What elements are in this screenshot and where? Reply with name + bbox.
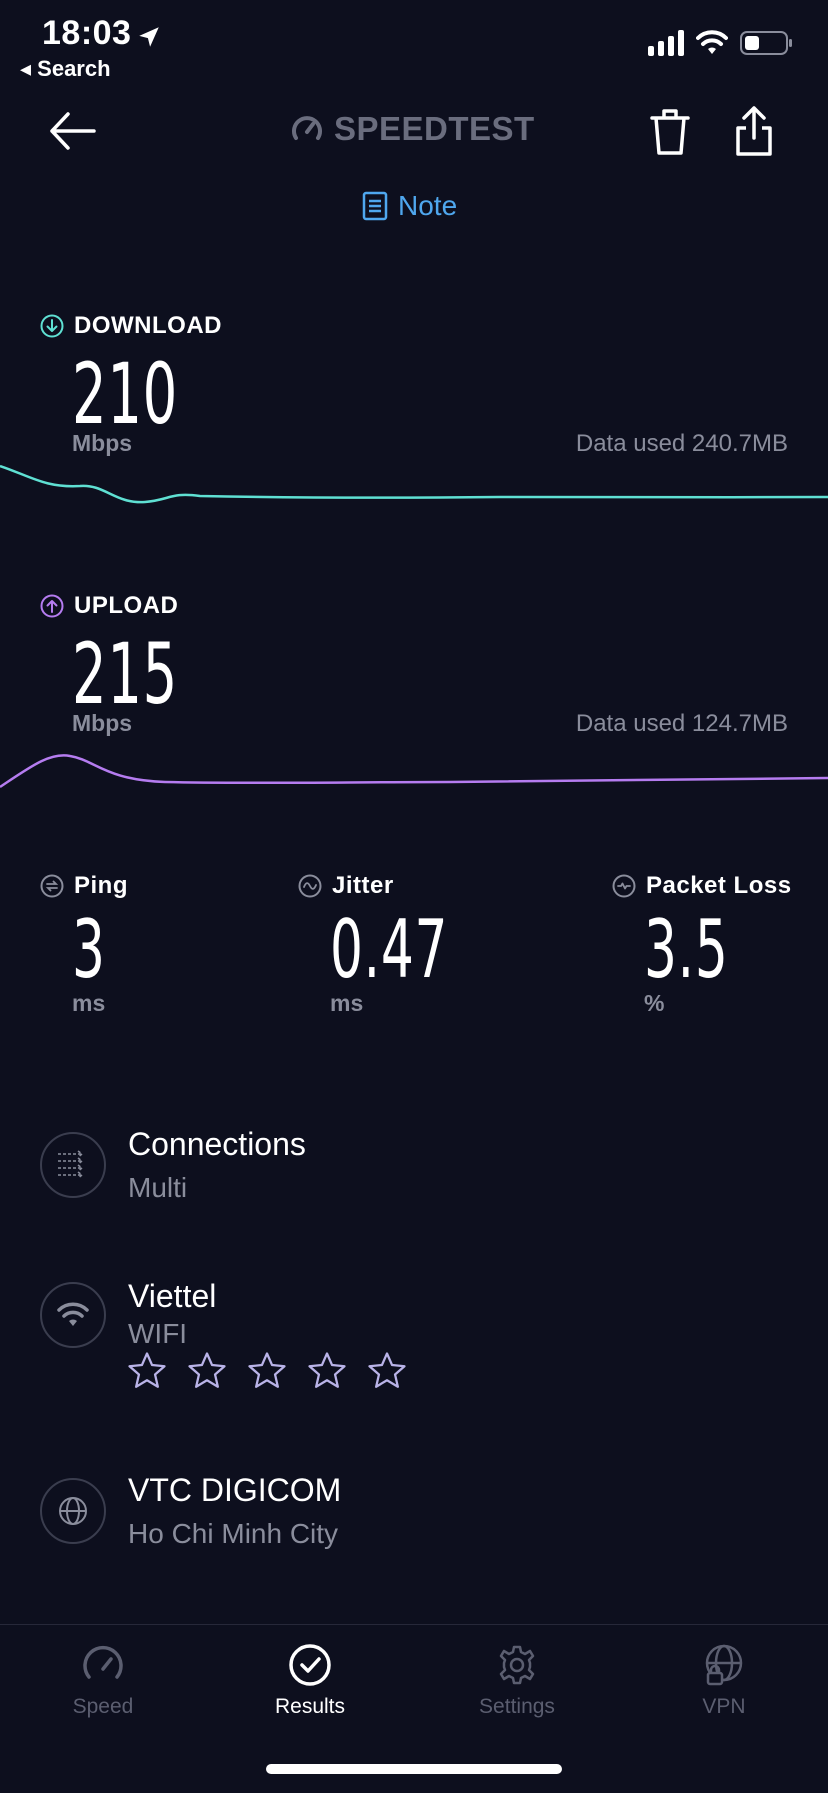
upload-unit: Mbps — [72, 710, 133, 736]
status-time: 18:03 — [42, 14, 132, 52]
share-icon[interactable] — [734, 104, 774, 158]
note-icon — [362, 191, 388, 221]
jitter-label-group: Jitter — [298, 872, 394, 900]
packet-loss-icon — [612, 874, 636, 898]
back-arrow-icon[interactable] — [44, 106, 104, 156]
tab-speed-label: Speed — [72, 1695, 134, 1718]
tab-results[interactable]: Results — [230, 1643, 390, 1719]
download-unit: Mbps — [72, 430, 133, 456]
tab-speed[interactable]: Speed — [23, 1643, 183, 1719]
rating-star-4[interactable] — [306, 1350, 348, 1392]
upload-arrow-icon — [40, 594, 64, 618]
globe-lock-icon — [705, 1644, 743, 1686]
download-arrow-icon — [40, 314, 64, 338]
ping-label-group: Ping — [40, 872, 128, 900]
connections-subtitle: Multi — [128, 1172, 188, 1203]
tab-settings[interactable]: Settings — [437, 1643, 597, 1719]
packet-loss-label-group: Packet Loss — [612, 872, 792, 900]
speedtest-logo: SPEEDTEST — [290, 110, 535, 148]
packet-loss-label: Packet Loss — [646, 872, 792, 899]
download-speed-graph — [0, 464, 828, 504]
globe-icon — [40, 1478, 106, 1544]
note-button[interactable]: Note — [362, 190, 457, 222]
tab-settings-label: Settings — [479, 1695, 555, 1718]
upload-label-group: UPLOAD — [40, 592, 178, 620]
gauge-icon — [83, 1646, 123, 1679]
connections-title: Connections — [128, 1126, 306, 1162]
upload-speed-graph — [0, 754, 828, 789]
upload-value: 215 — [72, 625, 178, 723]
jitter-label: Jitter — [332, 872, 394, 899]
status-icons — [648, 30, 794, 56]
jitter-value: 0.47 — [330, 903, 449, 996]
download-data-used: Data used 240.7MB — [575, 430, 788, 457]
tab-vpn[interactable]: VPN — [644, 1643, 804, 1719]
rating-star-2[interactable] — [186, 1350, 228, 1392]
download-value: 210 — [72, 345, 178, 443]
back-to-search-link[interactable]: ◂ Search — [20, 56, 111, 82]
jitter-unit: ms — [330, 990, 364, 1016]
location-arrow-icon — [139, 27, 159, 47]
tab-results-label: Results — [274, 1695, 346, 1718]
battery-icon — [740, 31, 792, 55]
rating-star-5[interactable] — [366, 1350, 408, 1392]
check-circle-icon — [289, 1644, 331, 1686]
ping-icon — [40, 874, 64, 898]
speedtest-logo-text: SPEEDTEST — [334, 110, 535, 147]
packet-loss-value: 3.5 — [644, 903, 729, 996]
trash-icon[interactable] — [648, 106, 692, 158]
provider-subtitle: Ho Chi Minh City — [128, 1518, 339, 1549]
rating-stars — [126, 1350, 408, 1392]
rating-star-1[interactable] — [126, 1350, 168, 1392]
connections-icon — [40, 1132, 106, 1198]
note-label: Note — [398, 190, 458, 221]
upload-label: UPLOAD — [74, 592, 179, 619]
wifi-network-icon — [40, 1282, 106, 1348]
network-title: Viettel — [128, 1278, 217, 1314]
upload-data-used: Data used 124.7MB — [575, 710, 788, 737]
rating-star-3[interactable] — [246, 1350, 288, 1392]
tab-vpn-label: VPN — [702, 1695, 746, 1718]
jitter-icon — [298, 874, 322, 898]
provider-title: VTC DIGICOM — [128, 1472, 342, 1508]
ping-label: Ping — [74, 872, 128, 899]
signal-icon — [648, 30, 684, 56]
download-label-group: DOWNLOAD — [40, 312, 222, 340]
gear-icon — [499, 1645, 535, 1685]
packet-loss-unit: % — [644, 990, 665, 1016]
ping-value: 3 — [72, 903, 106, 996]
speedtest-gauge-icon — [292, 116, 322, 140]
home-indicator[interactable] — [266, 1764, 562, 1774]
wifi-icon — [696, 30, 728, 54]
network-subtitle: WIFI — [128, 1318, 188, 1349]
download-label: DOWNLOAD — [74, 312, 222, 339]
ping-unit: ms — [72, 990, 106, 1016]
